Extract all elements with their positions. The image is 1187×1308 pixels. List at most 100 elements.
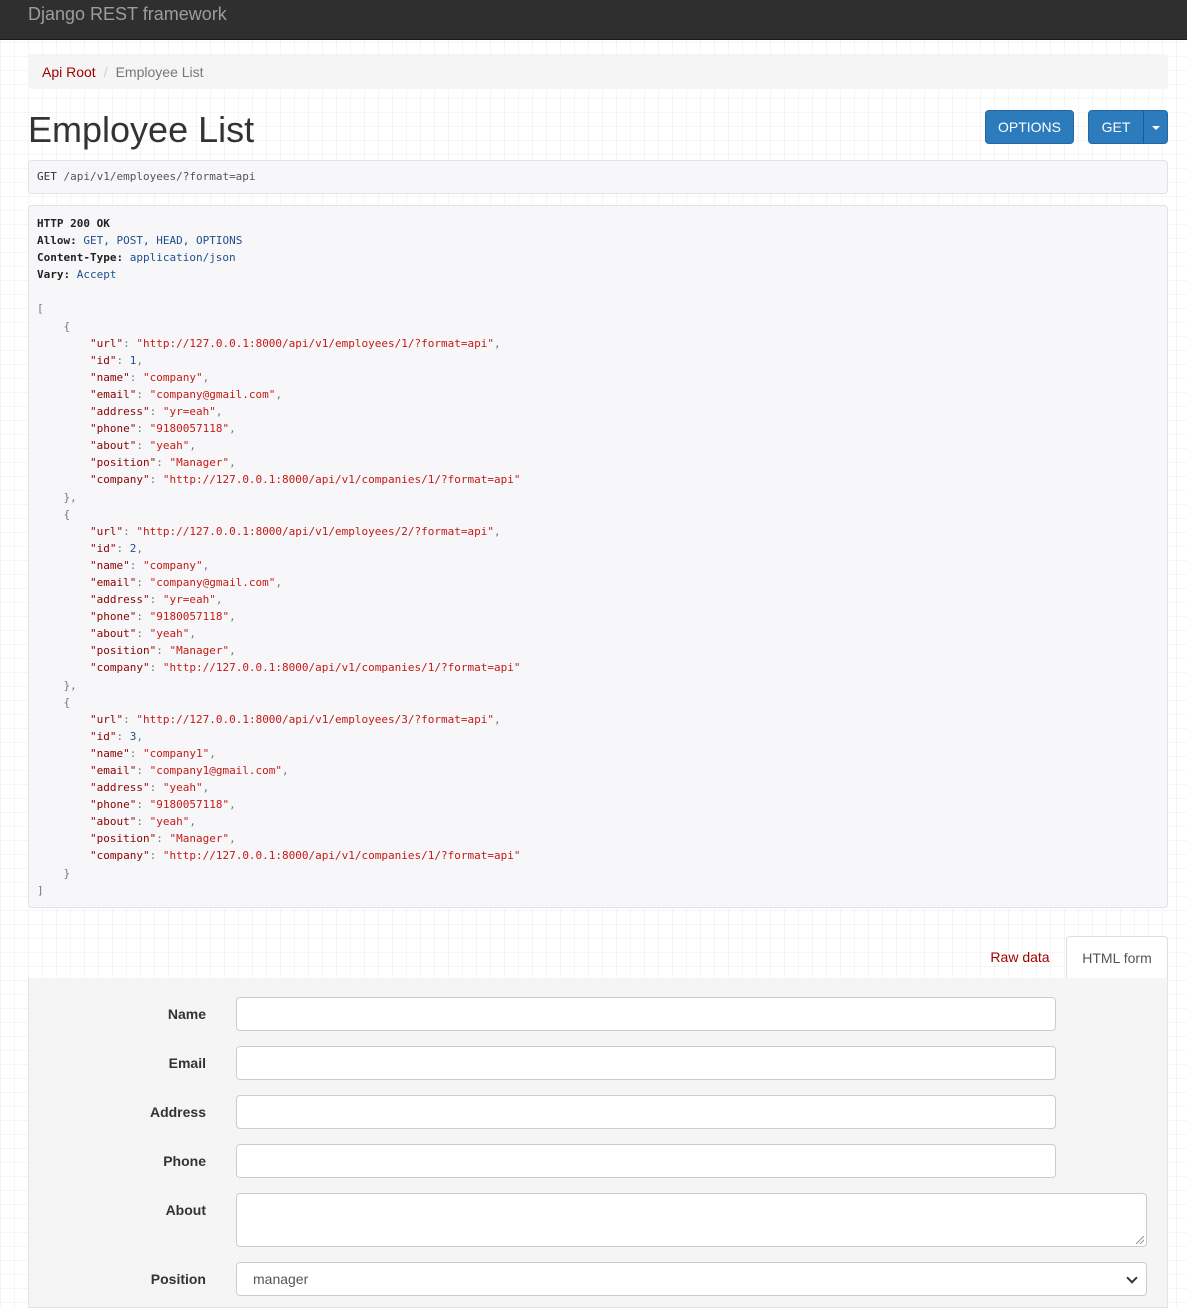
response-header-value: GET, POST, HEAD, OPTIONS <box>83 234 243 248</box>
json-string-value: "9180057118" <box>149 422 230 436</box>
json-string-value: "company@gmail.com" <box>149 387 276 401</box>
json-comma: , <box>202 558 210 572</box>
json-colon: : <box>136 387 150 401</box>
json-key: "url" <box>89 336 124 350</box>
tab-raw-data[interactable]: Raw data <box>978 936 1062 978</box>
json-comma: , <box>202 781 210 795</box>
json-colon: : <box>156 644 170 658</box>
json-bracket: ] <box>37 883 44 897</box>
json-key: "email" <box>89 764 137 777</box>
json-key: "id" <box>89 353 117 367</box>
json-key: "company" <box>89 661 150 675</box>
json-key: "id" <box>89 729 117 743</box>
json-key: "name" <box>89 746 130 760</box>
json-key: "company" <box>89 473 150 487</box>
email-field[interactable] <box>236 1046 1056 1080</box>
json-comma: , <box>136 729 143 743</box>
json-key: "phone" <box>89 610 137 624</box>
brand-link[interactable]: Django REST framework <box>28 4 227 25</box>
json-string-value: "9180057118" <box>149 610 230 624</box>
about-textarea[interactable] <box>236 1193 1147 1247</box>
request-info: GET /api/v1/employees/?format=api <box>28 160 1168 194</box>
breadcrumb: Api Root / Employee List <box>28 54 1168 89</box>
response-status: HTTP 200 OK <box>37 217 110 230</box>
json-comma: , <box>493 712 501 726</box>
json-colon: : <box>149 849 163 863</box>
phone-field[interactable] <box>236 1144 1056 1178</box>
address-field[interactable] <box>236 1095 1056 1129</box>
json-colon: : <box>156 832 170 846</box>
json-colon: : <box>136 610 150 624</box>
json-key: "phone" <box>89 798 137 812</box>
breadcrumb-current: Employee List <box>115 64 204 80</box>
json-comma: , <box>229 644 236 658</box>
json-key: "position" <box>89 832 157 846</box>
json-colon: : <box>129 558 143 572</box>
json-comma: , <box>215 593 223 607</box>
json-comma: , <box>275 387 283 401</box>
options-button[interactable]: OPTIONS <box>985 110 1074 144</box>
form-tabs: Raw data HTML form <box>28 936 1168 979</box>
response-header-key: Vary: <box>37 268 71 282</box>
json-colon: : <box>116 541 130 555</box>
get-format-dropdown-button[interactable] <box>1143 110 1168 144</box>
json-string-value: "http://127.0.0.1:8000/api/v1/employees/… <box>136 336 494 350</box>
resize-grip-icon[interactable] <box>1136 1236 1144 1244</box>
breadcrumb-separator: / <box>103 64 108 80</box>
json-colon: : <box>149 473 163 487</box>
json-comma: , <box>493 524 501 538</box>
json-key: "url" <box>89 524 124 538</box>
json-key: "email" <box>89 575 137 589</box>
response-header-value: application/json <box>129 251 236 265</box>
json-comma: , <box>275 575 283 589</box>
json-brace: }, <box>63 678 77 692</box>
address-label: Address <box>149 1104 206 1120</box>
json-string-value: "yr=eah" <box>162 593 216 607</box>
json-colon: : <box>156 456 170 470</box>
json-comma: , <box>202 370 210 384</box>
json-string-value: "http://127.0.0.1:8000/api/v1/companies/… <box>162 473 521 487</box>
json-string-value: "http://127.0.0.1:8000/api/v1/companies/… <box>162 849 521 863</box>
page-title: Employee List <box>28 109 255 150</box>
json-comma: , <box>189 627 196 641</box>
position-label: Position <box>150 1271 206 1287</box>
json-string-value: "company1" <box>142 746 210 760</box>
caret-down-icon <box>1151 126 1160 131</box>
breadcrumb-api-root[interactable]: Api Root <box>42 64 96 80</box>
json-colon: : <box>149 405 163 419</box>
name-field[interactable] <box>236 997 1056 1031</box>
json-key: "email" <box>89 387 137 401</box>
json-comma: , <box>229 798 236 812</box>
json-colon: : <box>136 575 150 589</box>
json-string-value: "http://127.0.0.1:8000/api/v1/employees/… <box>136 712 494 726</box>
json-string-value: "company" <box>142 370 203 384</box>
position-select[interactable]: manager <box>236 1262 1147 1296</box>
json-comma: , <box>493 336 501 350</box>
json-string-value: "Manager" <box>169 644 230 658</box>
json-comma: , <box>136 353 143 367</box>
json-string-value: "http://127.0.0.1:8000/api/v1/employees/… <box>136 524 494 538</box>
json-colon: : <box>136 627 150 641</box>
json-brace: { <box>63 695 71 709</box>
position-selected-value: manager <box>253 1271 309 1287</box>
name-label: Name <box>167 1006 206 1022</box>
response-info: HTTP 200 OK Allow: GET, POST, HEAD, OPTI… <box>28 205 1168 908</box>
json-colon: : <box>136 439 150 453</box>
json-colon: : <box>116 729 130 743</box>
json-key: "position" <box>89 644 157 658</box>
json-brace: }, <box>63 490 77 504</box>
json-colon: : <box>149 593 163 607</box>
json-string-value: "yr=eah" <box>162 405 216 419</box>
json-string-value: "yeah" <box>162 781 203 795</box>
json-string-value: "yeah" <box>149 439 190 453</box>
json-colon: : <box>123 524 137 538</box>
tab-html-form[interactable]: HTML form <box>1066 936 1168 979</box>
json-comma: , <box>189 815 196 829</box>
json-key: "about" <box>89 815 137 829</box>
json-brace: { <box>63 319 71 333</box>
json-string-value: "Manager" <box>169 456 230 470</box>
get-button[interactable]: GET <box>1088 110 1144 144</box>
json-comma: , <box>215 405 223 419</box>
chevron-down-icon <box>1126 1272 1138 1284</box>
json-string-value: "yeah" <box>149 815 190 829</box>
